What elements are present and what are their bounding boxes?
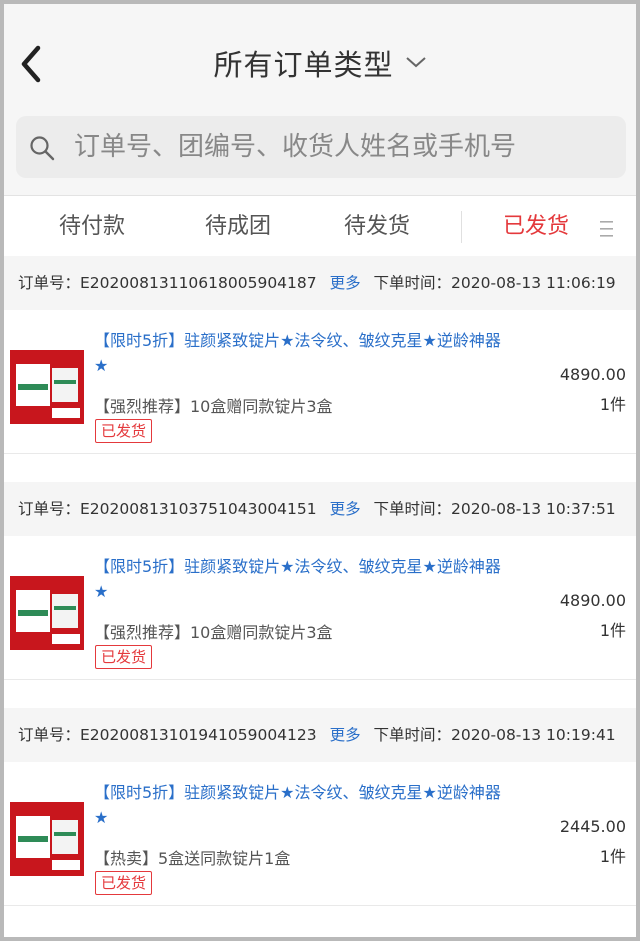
- order-time: 2020-08-13 10:37:51: [451, 500, 616, 518]
- tab-pending-payment[interactable]: 待付款: [44, 197, 140, 261]
- product-spec: 【热卖】5盒送同款锭片1盒: [94, 849, 291, 868]
- product-spec: 【强烈推荐】10盒赠同款锭片3盒: [94, 623, 333, 642]
- search-input[interactable]: [74, 116, 614, 178]
- order-header: 订单号：E20200813103751043004151 更多 下单时间：202…: [4, 482, 636, 536]
- order-time: 2020-08-13 10:19:41: [451, 726, 616, 744]
- product-thumbnail[interactable]: [10, 576, 84, 650]
- order-time-label: 下单时间：: [373, 500, 452, 518]
- order-number: E20200813103751043004151: [80, 500, 317, 518]
- menu-icon[interactable]: [599, 219, 615, 243]
- page-title: 所有订单类型: [213, 48, 394, 82]
- item-price: 2445.00: [559, 817, 626, 836]
- tab-divider: [461, 211, 462, 243]
- order-no-label: 订单号：: [18, 274, 81, 292]
- tab-pending-group[interactable]: 待成团: [190, 197, 286, 261]
- status-badge: 已发货: [95, 645, 153, 669]
- chevron-down-icon: [405, 54, 427, 73]
- order-item[interactable]: 【限时5折】驻颜紧致锭片★法令纹、皱纹克星★逆龄神器★ 【强烈推荐】10盒赠同款…: [4, 540, 636, 680]
- item-quantity: 1件: [599, 395, 626, 414]
- search-icon: [28, 134, 56, 166]
- order-no-label: 订单号：: [18, 726, 81, 744]
- search-box[interactable]: [16, 116, 626, 178]
- tab-pending-shipment[interactable]: 待发货: [329, 197, 425, 261]
- order-header: 订单号：E20200813110618005904187 更多 下单时间：202…: [4, 256, 636, 310]
- app-frame: 所有订单类型 待付款 待成团 待发货 已发货: [4, 4, 636, 937]
- order-type-dropdown[interactable]: 所有订单类型: [4, 42, 636, 84]
- product-thumbnail[interactable]: [10, 802, 84, 876]
- order-item[interactable]: 【限时5折】驻颜紧致锭片★法令纹、皱纹克星★逆龄神器★ 【热卖】5盒送同款锭片1…: [4, 766, 636, 906]
- product-title[interactable]: 【限时5折】驻颜紧致锭片★法令纹、皱纹克星★逆龄神器★: [94, 328, 514, 378]
- more-link[interactable]: 更多: [330, 274, 361, 292]
- order-number: E20200813101941059004123: [80, 726, 317, 744]
- order-no-label: 订单号：: [18, 500, 81, 518]
- more-link[interactable]: 更多: [330, 500, 361, 518]
- product-title[interactable]: 【限时5折】驻颜紧致锭片★法令纹、皱纹克星★逆龄神器★: [94, 554, 514, 604]
- order-item[interactable]: 【限时5折】驻颜紧致锭片★法令纹、皱纹克星★逆龄神器★ 【强烈推荐】10盒赠同款…: [4, 314, 636, 454]
- order-number: E20200813110618005904187: [80, 274, 317, 292]
- more-link[interactable]: 更多: [330, 726, 361, 744]
- status-tabs: 待付款 待成团 待发货 已发货: [4, 197, 636, 261]
- order-time: 2020-08-13 11:06:19: [451, 274, 616, 292]
- tab-shipped[interactable]: 已发货: [497, 197, 575, 261]
- status-badge: 已发货: [95, 871, 153, 895]
- item-quantity: 1件: [599, 621, 626, 640]
- top-header: 所有订单类型: [4, 4, 636, 104]
- order-time-label: 下单时间：: [373, 274, 452, 292]
- item-price: 4890.00: [559, 591, 626, 610]
- order-time-label: 下单时间：: [373, 726, 452, 744]
- order-header: 订单号：E20200813101941059004123 更多 下单时间：202…: [4, 708, 636, 762]
- product-spec: 【强烈推荐】10盒赠同款锭片3盒: [94, 397, 333, 416]
- status-badge: 已发货: [95, 419, 153, 443]
- product-thumbnail[interactable]: [10, 350, 84, 424]
- product-title[interactable]: 【限时5折】驻颜紧致锭片★法令纹、皱纹克星★逆龄神器★: [94, 780, 514, 830]
- item-price: 4890.00: [559, 365, 626, 384]
- item-quantity: 1件: [599, 847, 626, 866]
